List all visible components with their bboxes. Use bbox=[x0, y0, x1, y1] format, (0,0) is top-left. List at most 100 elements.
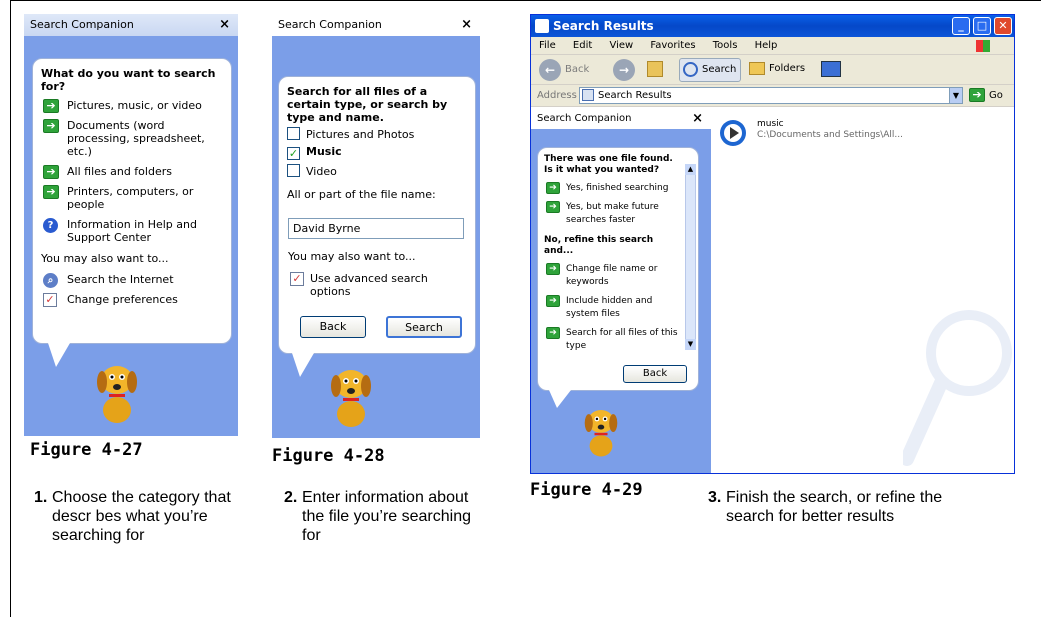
step-2-number: 2. bbox=[284, 489, 298, 506]
folders-icon bbox=[749, 62, 765, 75]
search-watermark-icon bbox=[903, 310, 1012, 466]
found-message: There was one file found. Is it what you… bbox=[544, 154, 673, 175]
green-arrow-icon: ➔ bbox=[546, 263, 560, 275]
figure-label-3: Figure 4-29 bbox=[530, 480, 643, 500]
views-icon[interactable] bbox=[821, 61, 841, 77]
go-arrow-icon: ➔ bbox=[969, 88, 985, 102]
filename-input[interactable]: David Byrne bbox=[288, 218, 464, 239]
figure-label-2: Figure 4-28 bbox=[272, 446, 385, 466]
close-window-icon[interactable]: ✕ bbox=[994, 17, 1012, 35]
companion-side-pane: Search Companion × There was one file fo… bbox=[531, 109, 711, 473]
menu-favorites[interactable]: Favorites bbox=[650, 40, 695, 51]
option-change-preferences[interactable]: ✓ Change preferences bbox=[41, 293, 223, 307]
close-icon[interactable]: × bbox=[692, 109, 703, 129]
menu-file[interactable]: File bbox=[539, 40, 556, 51]
rover-dog-icon bbox=[331, 370, 371, 427]
option-hidden-files[interactable]: ➔ Include hidden and system files bbox=[544, 295, 682, 321]
magnifier-icon bbox=[683, 62, 698, 77]
results-pane: music C:\Documents and Settings\All... bbox=[713, 109, 1014, 473]
minimize-icon[interactable]: _ bbox=[952, 17, 970, 35]
step-1-text: Choose the category that descr bes what … bbox=[52, 489, 231, 544]
type-pictures-checkbox[interactable]: Pictures and Photos bbox=[287, 127, 467, 141]
search-button[interactable]: Search bbox=[386, 316, 462, 338]
address-input[interactable]: Search Results bbox=[579, 87, 951, 104]
option-all-files[interactable]: ➔ All files and folders bbox=[41, 165, 223, 179]
option-all-of-type[interactable]: ➔ Search for all files of this type bbox=[544, 327, 682, 353]
search-companion-panel-1: Search Companion × What do you want to s… bbox=[24, 14, 238, 436]
checked-checkbox-icon: ✓ bbox=[287, 147, 300, 160]
menu-tools[interactable]: Tools bbox=[713, 40, 738, 51]
step-1-caption: 1. Choose the category that descr bes wh… bbox=[34, 488, 234, 545]
green-arrow-icon: ➔ bbox=[43, 165, 59, 179]
type-video-checkbox[interactable]: Video bbox=[287, 164, 467, 178]
close-icon[interactable]: × bbox=[219, 14, 230, 36]
address-label: Address bbox=[537, 90, 577, 101]
option-printers[interactable]: ➔ Printers, computers, or people bbox=[41, 185, 223, 211]
search-results-window: Search Results _ □ ✕ File Edit View Favo… bbox=[530, 14, 1015, 474]
option-finished[interactable]: ➔ Yes, finished searching bbox=[544, 182, 682, 195]
windows-logo-icon bbox=[976, 40, 990, 52]
filename-label: All or part of the file name: bbox=[287, 188, 436, 201]
menu-help[interactable]: Help bbox=[755, 40, 778, 51]
rover-dog-icon bbox=[97, 366, 137, 423]
bubble-tail bbox=[292, 353, 314, 377]
panel-2-bubble: Search for all files of a certain type, … bbox=[278, 76, 476, 354]
advanced-search-option[interactable]: ✓ Use advanced search options bbox=[288, 272, 458, 298]
back-arrow-icon[interactable]: ← bbox=[539, 59, 561, 81]
bubble-tail bbox=[48, 343, 70, 367]
option-pictures[interactable]: ➔ Pictures, music, or video bbox=[41, 99, 223, 113]
option-help[interactable]: ? Information in Help and Support Center bbox=[41, 218, 223, 244]
green-arrow-icon: ➔ bbox=[546, 182, 560, 194]
option-search-internet[interactable]: ⌕ Search the Internet bbox=[41, 273, 223, 288]
media-file-icon[interactable] bbox=[719, 119, 747, 147]
scroll-down-icon[interactable]: ▼ bbox=[685, 339, 696, 350]
green-arrow-icon: ➔ bbox=[43, 99, 59, 113]
panel-1-header: Search Companion × bbox=[24, 14, 238, 36]
refine-heading: No, refine this search and... bbox=[544, 235, 654, 256]
green-arrow-icon: ➔ bbox=[43, 119, 59, 133]
back-label[interactable]: Back bbox=[565, 64, 589, 75]
option-faster[interactable]: ➔ Yes, but make future searches faster bbox=[544, 201, 682, 227]
maximize-icon[interactable]: □ bbox=[973, 17, 991, 35]
search-results-icon bbox=[582, 89, 594, 101]
scroll-up-icon[interactable]: ▲ bbox=[685, 164, 696, 175]
folders-toolbar-button[interactable]: Folders bbox=[747, 58, 805, 82]
window-title: Search Results bbox=[553, 19, 654, 33]
companion-header: Search Companion × bbox=[531, 109, 711, 129]
go-button[interactable]: ➔ Go bbox=[969, 88, 1003, 103]
green-arrow-icon: ➔ bbox=[43, 185, 59, 199]
search-toolbar-button[interactable]: Search bbox=[679, 58, 741, 82]
checkbox-icon bbox=[287, 164, 300, 177]
step-3-text: Finish the search, or refine the search … bbox=[726, 489, 943, 525]
menu-bar: File Edit View Favorites Tools Help bbox=[531, 37, 1014, 55]
companion-back-button[interactable]: Back bbox=[623, 365, 687, 383]
up-folder-icon[interactable] bbox=[647, 61, 663, 77]
step-2-caption: 2. Enter information about the file you’… bbox=[284, 488, 484, 545]
option-documents[interactable]: ➔ Documents (word processing, spreadsheet… bbox=[41, 119, 223, 158]
type-music-checkbox[interactable]: ✓ Music bbox=[287, 145, 467, 160]
close-icon[interactable]: × bbox=[461, 14, 472, 36]
green-arrow-icon: ➔ bbox=[546, 201, 560, 213]
help-icon: ? bbox=[43, 218, 58, 233]
menu-edit[interactable]: Edit bbox=[573, 40, 592, 51]
frame-left-rule bbox=[10, 0, 11, 617]
forward-arrow-icon[interactable]: → bbox=[613, 59, 635, 81]
step-1-number: 1. bbox=[34, 489, 48, 506]
rover-dog-icon bbox=[584, 410, 618, 457]
search-internet-icon: ⌕ bbox=[43, 273, 58, 288]
result-file-path: C:\Documents and Settings\All... bbox=[757, 130, 904, 140]
back-button[interactable]: Back bbox=[300, 316, 366, 338]
panel-2-header: Search Companion × bbox=[272, 14, 480, 36]
green-arrow-icon: ➔ bbox=[546, 327, 560, 339]
result-file-name[interactable]: music bbox=[757, 119, 784, 129]
menu-view[interactable]: View bbox=[609, 40, 633, 51]
companion-scrollbar[interactable] bbox=[685, 164, 696, 350]
address-dropdown-icon[interactable]: ▼ bbox=[949, 87, 963, 104]
also-label: You may also want to... bbox=[288, 250, 416, 263]
panel-1-title: Search Companion bbox=[30, 18, 134, 31]
step-3-number: 3. bbox=[708, 489, 722, 506]
toolbar: ← Back → Search Folders bbox=[531, 55, 1014, 85]
panel-1-bubble: What do you want to search for? ➔ Picture… bbox=[32, 58, 232, 344]
option-change-name[interactable]: ➔ Change file name or keywords bbox=[544, 263, 682, 289]
step-2-text: Enter information about the file you’re … bbox=[302, 489, 471, 544]
